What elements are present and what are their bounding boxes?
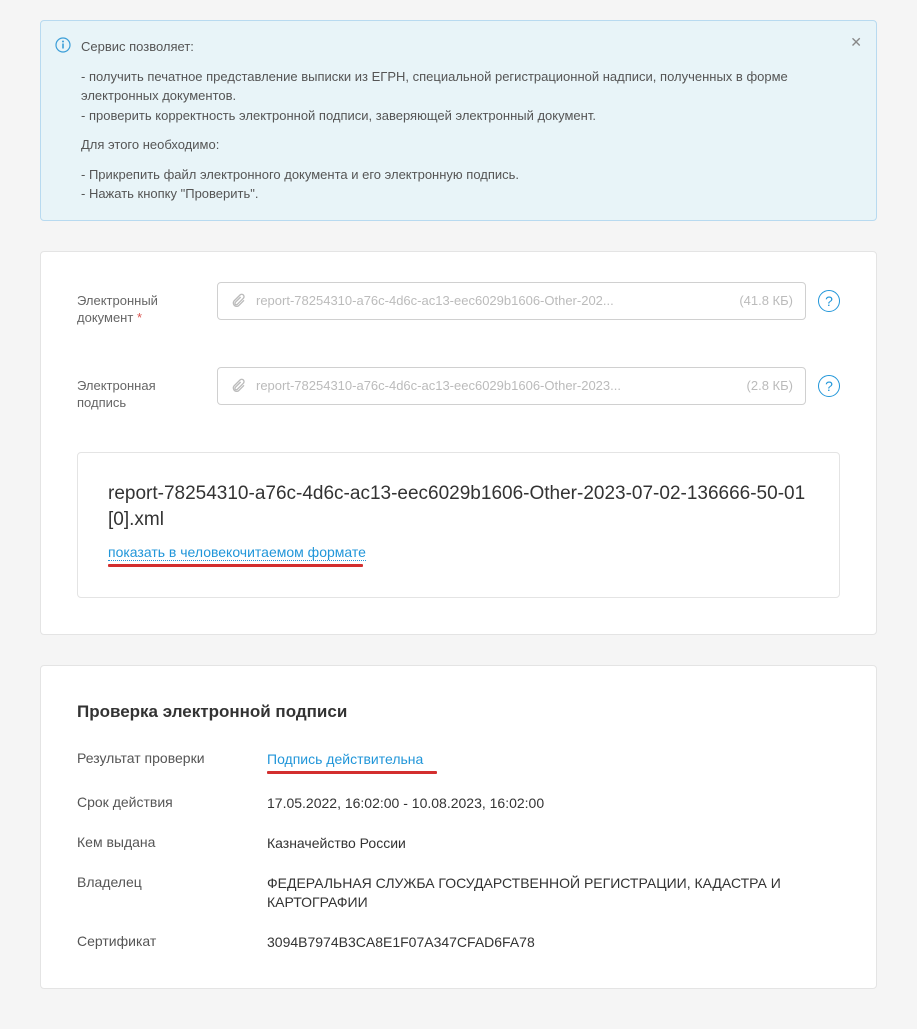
upload-form: Электронный документ * report-78254310-a… bbox=[40, 251, 877, 635]
info-banner: ✕ Сервис позволяет: - получить печатное … bbox=[40, 20, 877, 221]
verify-validity-value: 17.05.2022, 16:02:00 - 10.08.2023, 16:02… bbox=[267, 794, 840, 814]
info-bullet: - проверить корректность электронной под… bbox=[81, 106, 836, 126]
verify-cert-label: Сертификат bbox=[77, 933, 267, 953]
verify-owner-row: Владелец ФЕДЕРАЛЬНАЯ СЛУЖБА ГОСУДАРСТВЕН… bbox=[77, 874, 840, 913]
close-icon[interactable]: ✕ bbox=[850, 35, 862, 49]
verify-owner-label: Владелец bbox=[77, 874, 267, 913]
document-label: Электронный документ * bbox=[77, 282, 197, 327]
info-req-heading: Для этого необходимо: bbox=[81, 135, 836, 155]
verify-validity-label: Срок действия bbox=[77, 794, 267, 814]
signature-row: Электронная подпись report-78254310-a76c… bbox=[77, 367, 840, 412]
document-row: Электронный документ * report-78254310-a… bbox=[77, 282, 840, 327]
signature-filename: report-78254310-a76c-4d6c-ac13-eec6029b1… bbox=[256, 378, 737, 393]
annotation-underline bbox=[108, 564, 363, 567]
verify-cert-row: Сертификат 3094B7974B3CA8E1F07A347CFAD6F… bbox=[77, 933, 840, 953]
info-bullet: - получить печатное представление выписк… bbox=[81, 67, 836, 106]
help-icon[interactable]: ? bbox=[818, 375, 840, 397]
document-filesize: (41.8 КБ) bbox=[739, 293, 793, 308]
info-req-item: - Прикрепить файл электронного документа… bbox=[81, 165, 836, 185]
verify-issuer-value: Казначейство России bbox=[267, 834, 840, 854]
signature-file-input[interactable]: report-78254310-a76c-4d6c-ac13-eec6029b1… bbox=[217, 367, 806, 405]
signature-filesize: (2.8 КБ) bbox=[747, 378, 793, 393]
document-label-text: Электронный документ bbox=[77, 293, 158, 326]
verify-cert-value: 3094B7974B3CA8E1F07A347CFAD6FA78 bbox=[267, 933, 840, 953]
verify-issuer-label: Кем выдана bbox=[77, 834, 267, 854]
verify-validity-row: Срок действия 17.05.2022, 16:02:00 - 10.… bbox=[77, 794, 840, 814]
verify-owner-value: ФЕДЕРАЛЬНАЯ СЛУЖБА ГОСУДАРСТВЕННОЙ РЕГИС… bbox=[267, 874, 840, 913]
document-filename: report-78254310-a76c-4d6c-ac13-eec6029b1… bbox=[256, 293, 729, 308]
report-box: report-78254310-a76c-4d6c-ac13-eec6029b1… bbox=[77, 452, 840, 598]
info-icon bbox=[55, 37, 71, 53]
signature-label: Электронная подпись bbox=[77, 367, 197, 412]
annotation-underline bbox=[267, 771, 437, 774]
info-req-item: - Нажать кнопку "Проверить". bbox=[81, 184, 836, 204]
verify-result-value: Подпись действительна bbox=[267, 750, 840, 775]
verify-result-label: Результат проверки bbox=[77, 750, 267, 775]
verify-card: Проверка электронной подписи Результат п… bbox=[40, 665, 877, 990]
verify-title: Проверка электронной подписи bbox=[77, 702, 840, 722]
verify-issuer-row: Кем выдана Казначейство России bbox=[77, 834, 840, 854]
show-readable-link[interactable]: показать в человекочитаемом формате bbox=[108, 544, 366, 561]
signature-valid-text: Подпись действительна bbox=[267, 751, 423, 767]
verify-result-row: Результат проверки Подпись действительна bbox=[77, 750, 840, 775]
required-mark: * bbox=[137, 310, 142, 325]
help-icon[interactable]: ? bbox=[818, 290, 840, 312]
report-filename: report-78254310-a76c-4d6c-ac13-eec6029b1… bbox=[108, 481, 809, 534]
attach-icon bbox=[230, 378, 246, 394]
info-heading: Сервис позволяет: bbox=[81, 37, 836, 57]
signature-label-text: Электронная подпись bbox=[77, 378, 156, 411]
attach-icon bbox=[230, 293, 246, 309]
document-file-input[interactable]: report-78254310-a76c-4d6c-ac13-eec6029b1… bbox=[217, 282, 806, 320]
